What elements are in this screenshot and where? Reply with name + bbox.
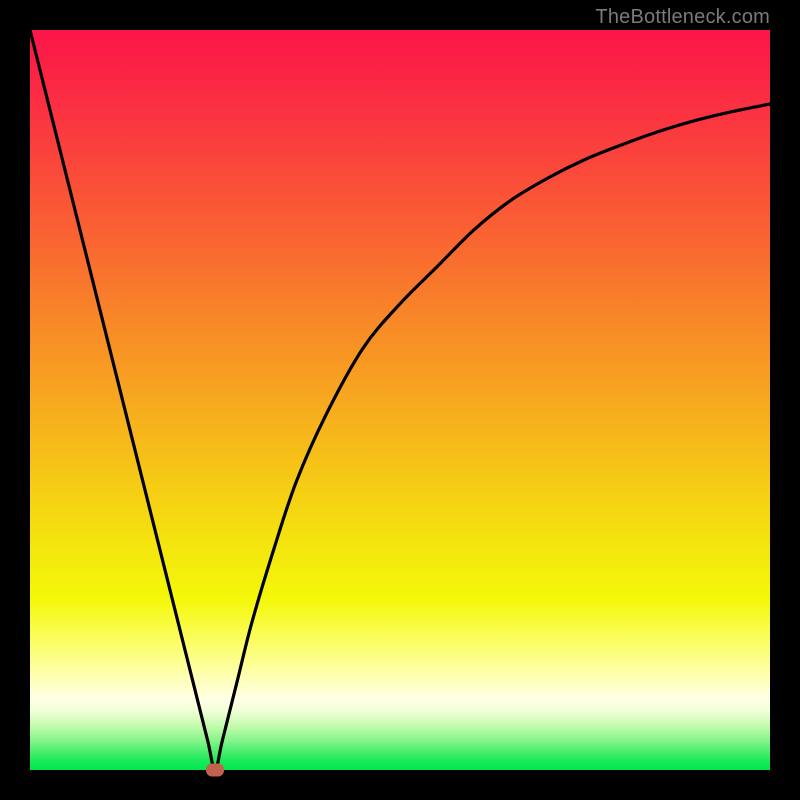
plot-svg [30, 30, 770, 770]
watermark-text: TheBottleneck.com [595, 6, 770, 29]
gradient-background [30, 30, 770, 770]
plot-frame [30, 30, 770, 770]
optimal-point-marker [206, 764, 224, 777]
